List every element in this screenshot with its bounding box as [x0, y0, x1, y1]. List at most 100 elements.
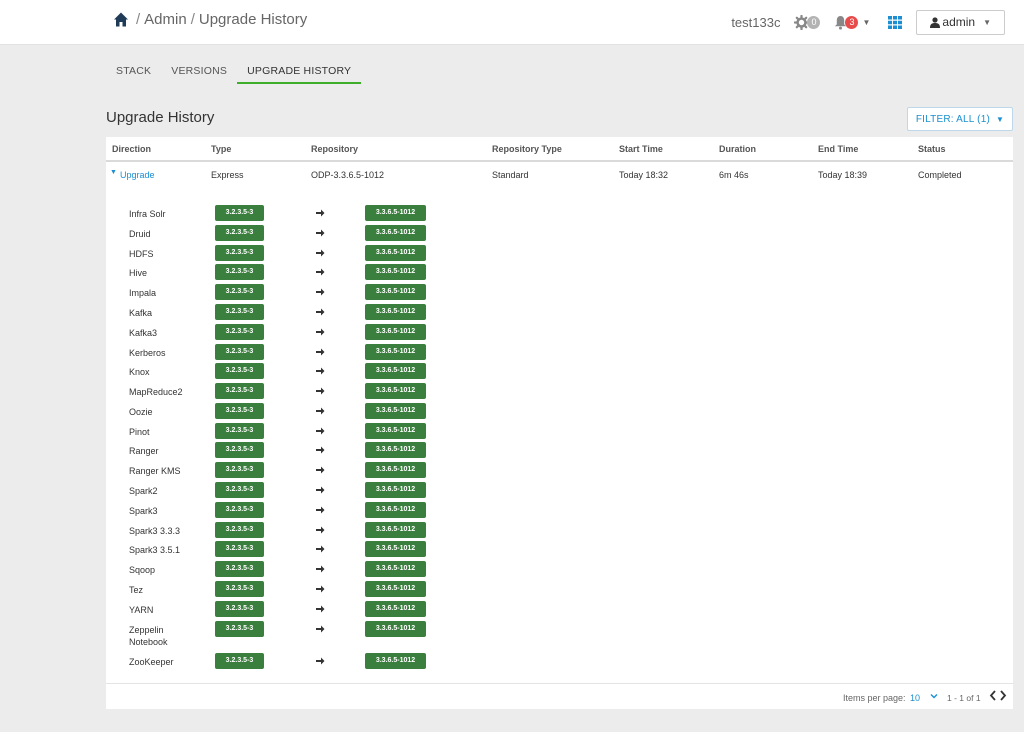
top-right-controls: test133c 0 3 ▼ admin ▼: [731, 9, 1005, 35]
ops-count-badge: 0: [807, 15, 821, 29]
service-version-row: Tez 3.2.3.5-3 3.3.6.5-1012: [106, 581, 1013, 600]
column-header-duration[interactable]: Duration: [719, 144, 756, 154]
source-version-badge: 3.2.3.5-3: [215, 462, 264, 478]
source-version-badge: 3.2.3.5-3: [215, 225, 264, 241]
service-name: Sqoop: [129, 565, 156, 575]
arrow-right-icon: [316, 657, 325, 665]
service-name: YARN: [129, 605, 154, 615]
service-name: Kafka: [129, 308, 153, 318]
table-row: ▼ Upgrade Express ODP-3.3.6.5-1012 Stand…: [106, 162, 1013, 187]
source-version-badge: 3.2.3.5-3: [215, 383, 264, 399]
target-version-badge: 3.3.6.5-1012: [365, 284, 426, 300]
service-version-row: Spark3 3.2.3.5-3 3.3.6.5-1012: [106, 502, 1013, 521]
service-version-row: Ranger KMS 3.2.3.5-3 3.3.6.5-1012: [106, 462, 1013, 481]
chevron-right-icon[interactable]: [999, 690, 1007, 701]
items-per-page-select[interactable]: 10: [910, 693, 920, 703]
apps-grid-icon[interactable]: [888, 15, 903, 29]
service-version-row: Spark3 3.3.3 3.2.3.5-3 3.3.6.5-1012: [106, 522, 1013, 541]
service-version-row: Impala 3.2.3.5-3 3.3.6.5-1012: [106, 284, 1013, 303]
chevron-down-icon[interactable]: [929, 691, 939, 701]
background-ops-button[interactable]: 0: [794, 14, 821, 30]
column-header-end-time[interactable]: End Time: [818, 144, 858, 154]
arrow-right-icon: [316, 348, 325, 356]
column-header-type[interactable]: Type: [211, 144, 231, 154]
service-version-row: Infra Solr 3.2.3.5-3 3.3.6.5-1012: [106, 205, 1013, 224]
pagination: [989, 690, 1009, 701]
arrow-right-icon: [316, 268, 325, 276]
column-header-repository[interactable]: Repository: [311, 144, 358, 154]
service-name: Ranger: [129, 446, 159, 456]
target-version-badge: 3.3.6.5-1012: [365, 344, 426, 360]
column-header-repository-type[interactable]: Repository Type: [492, 144, 562, 154]
target-version-badge: 3.3.6.5-1012: [365, 205, 426, 221]
service-name: MapReduce2: [129, 387, 183, 397]
expand-caret-icon[interactable]: ▼: [110, 169, 117, 176]
column-header-start-time[interactable]: Start Time: [619, 144, 663, 154]
arrow-right-icon: [316, 407, 325, 415]
tab-stack[interactable]: STACK: [106, 60, 161, 84]
arrow-right-icon: [316, 466, 325, 474]
service-version-row: Kafka 3.2.3.5-3 3.3.6.5-1012: [106, 304, 1013, 323]
service-version-row: ZooKeeper 3.2.3.5-3 3.3.6.5-1012: [106, 653, 1013, 672]
source-version-badge: 3.2.3.5-3: [215, 541, 264, 557]
service-name: Knox: [129, 367, 150, 377]
source-version-badge: 3.2.3.5-3: [215, 205, 264, 221]
arrow-right-icon: [316, 308, 325, 316]
alerts-button[interactable]: 3 ▼: [834, 15, 870, 30]
stack-tabs: STACK VERSIONS UPGRADE HISTORY: [106, 60, 362, 84]
source-version-badge: 3.2.3.5-3: [215, 621, 264, 637]
arrow-right-icon: [316, 486, 325, 494]
service-version-row: Zeppelin Notebook 3.2.3.5-3 3.3.6.5-1012: [106, 621, 1013, 647]
service-name: Druid: [129, 229, 151, 239]
service-name: ZooKeeper: [129, 657, 174, 667]
arrow-right-icon: [316, 387, 325, 395]
source-version-badge: 3.2.3.5-3: [215, 304, 264, 320]
service-version-row: Pinot 3.2.3.5-3 3.3.6.5-1012: [106, 423, 1013, 442]
arrow-right-icon: [316, 545, 325, 553]
target-version-badge: 3.3.6.5-1012: [365, 383, 426, 399]
column-header-direction[interactable]: Direction: [112, 144, 151, 154]
user-menu-button[interactable]: admin ▼: [916, 9, 1005, 35]
source-version-badge: 3.2.3.5-3: [215, 442, 264, 458]
service-name: Infra Solr: [129, 209, 166, 219]
user-icon: [930, 16, 941, 28]
direction-link[interactable]: Upgrade: [120, 170, 155, 180]
chevron-left-icon[interactable]: [989, 690, 997, 701]
target-version-badge: 3.3.6.5-1012: [365, 541, 426, 557]
target-version-badge: 3.3.6.5-1012: [365, 462, 426, 478]
arrow-right-icon: [316, 328, 325, 336]
chevron-down-icon: ▼: [996, 114, 1005, 124]
filter-button[interactable]: FILTER: ALL (1) ▼: [907, 107, 1013, 131]
service-name: Oozie: [129, 407, 153, 417]
target-version-badge: 3.3.6.5-1012: [365, 403, 426, 419]
service-version-row: Spark2 3.2.3.5-3 3.3.6.5-1012: [106, 482, 1013, 501]
table-header: Direction Type Repository Repository Typ…: [106, 137, 1013, 162]
target-version-badge: 3.3.6.5-1012: [365, 324, 426, 340]
service-name: Spark3: [129, 506, 158, 516]
service-name: HDFS: [129, 249, 154, 259]
arrow-right-icon: [316, 288, 325, 296]
tab-versions[interactable]: VERSIONS: [161, 60, 237, 84]
items-per-page-label: Items per page:: [843, 693, 906, 703]
chevron-down-icon: ▼: [983, 17, 991, 27]
arrow-right-icon: [316, 427, 325, 435]
target-version-badge: 3.3.6.5-1012: [365, 442, 426, 458]
tab-upgrade-history[interactable]: UPGRADE HISTORY: [237, 60, 362, 84]
source-version-badge: 3.2.3.5-3: [215, 423, 264, 439]
arrow-right-icon: [316, 625, 325, 633]
service-version-row: Kerberos 3.2.3.5-3 3.3.6.5-1012: [106, 344, 1013, 363]
target-version-badge: 3.3.6.5-1012: [365, 225, 426, 241]
cluster-name[interactable]: test133c: [731, 15, 780, 30]
target-version-badge: 3.3.6.5-1012: [365, 522, 426, 538]
service-version-row: Druid 3.2.3.5-3 3.3.6.5-1012: [106, 225, 1013, 244]
service-version-row: Oozie 3.2.3.5-3 3.3.6.5-1012: [106, 403, 1013, 422]
arrow-right-icon: [316, 367, 325, 375]
breadcrumb-admin[interactable]: Admin: [144, 11, 187, 28]
service-version-row: Ranger 3.2.3.5-3 3.3.6.5-1012: [106, 442, 1013, 461]
breadcrumb-current: Upgrade History: [198, 11, 308, 28]
home-icon[interactable]: [113, 11, 129, 28]
column-header-status[interactable]: Status: [918, 144, 946, 154]
repository-type: Standard: [492, 170, 529, 180]
source-version-badge: 3.2.3.5-3: [215, 502, 264, 518]
repository-name: ODP-3.3.6.5-1012: [311, 170, 385, 180]
